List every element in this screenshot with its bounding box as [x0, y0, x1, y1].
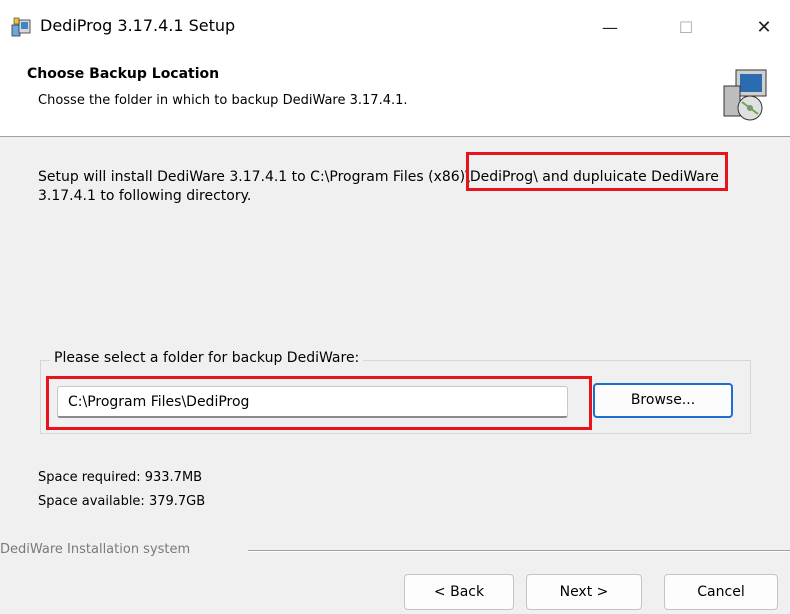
maximize-button[interactable]: ☐ — [661, 8, 711, 48]
next-button[interactable]: Next > — [526, 574, 642, 610]
page-title: Choose Backup Location — [27, 66, 220, 82]
browse-button[interactable]: Browse... — [593, 383, 733, 418]
minimize-button[interactable]: — — [585, 8, 635, 48]
page-subtitle: Chosse the folder in which to backup Ded… — [38, 93, 408, 108]
installer-branding: DediWare Installation system — [0, 542, 191, 557]
installer-computer-icon — [723, 69, 767, 121]
setup-app-icon — [11, 17, 31, 37]
backup-folder-label: Please select a folder for backup DediWa… — [50, 350, 364, 366]
space-available: Space available: 379.7GB — [38, 494, 206, 509]
highlight-box-backup-path — [46, 376, 592, 430]
back-button[interactable]: < Back — [404, 574, 514, 610]
highlight-box-install-path — [466, 152, 728, 191]
window-title: DediProg 3.17.4.1 Setup — [40, 16, 236, 35]
close-button[interactable]: ✕ — [739, 8, 789, 48]
page-header: Choose Backup Location Chosse the folder… — [0, 56, 790, 137]
cancel-button[interactable]: Cancel — [664, 574, 778, 610]
title-bar: DediProg 3.17.4.1 Setup — ☐ ✕ — [0, 0, 790, 56]
space-required: Space required: 933.7MB — [38, 470, 203, 485]
footer-divider — [248, 550, 790, 552]
